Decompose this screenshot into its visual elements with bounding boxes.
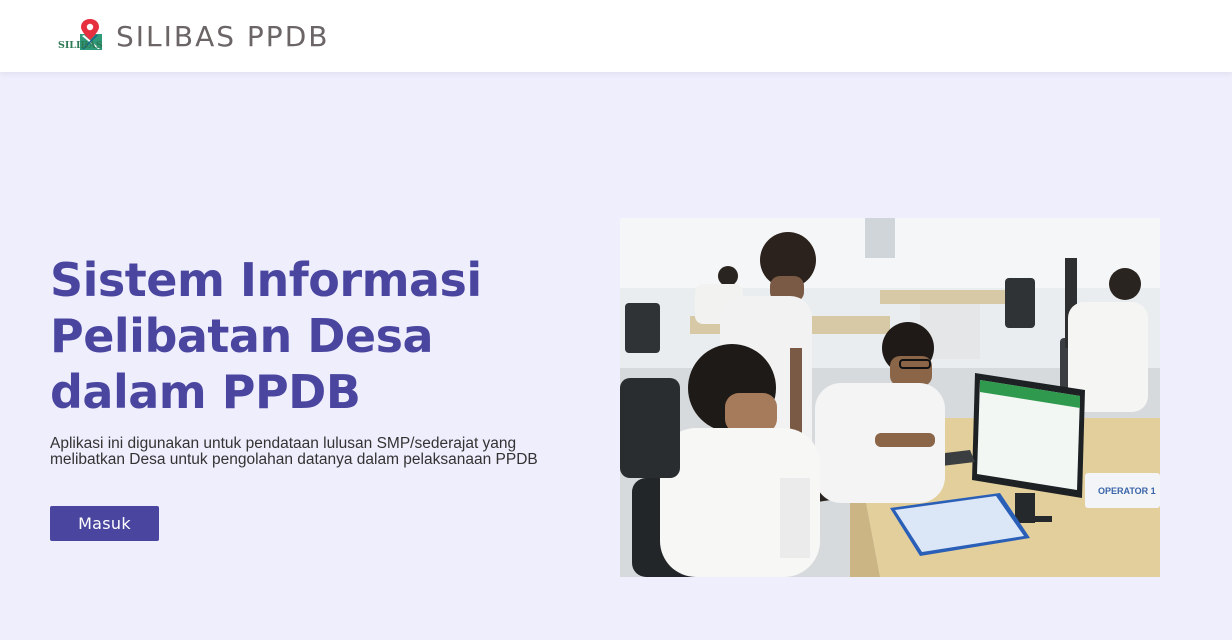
map-pin-logo-icon: SILIBAS bbox=[58, 18, 106, 54]
hero-text: Sistem Informasi Pelibatan Desa dalam PP… bbox=[50, 252, 590, 468]
hero-image: OPERATOR 1 bbox=[620, 218, 1160, 577]
masuk-button[interactable]: Masuk bbox=[50, 506, 159, 541]
svg-text:OPERATOR 1: OPERATOR 1 bbox=[1098, 486, 1156, 496]
hero-title: Sistem Informasi Pelibatan Desa dalam PP… bbox=[50, 253, 482, 419]
brand-name: SILIBAS PPDB bbox=[116, 19, 330, 53]
hero-description: Aplikasi ini digunakan untuk pendataan l… bbox=[50, 435, 538, 468]
svg-text:SILIBAS: SILIBAS bbox=[58, 40, 103, 51]
brand-link[interactable]: SILIBAS SILIBAS PPDB bbox=[58, 18, 329, 54]
navbar: SILIBAS SILIBAS PPDB bbox=[0, 0, 1232, 72]
